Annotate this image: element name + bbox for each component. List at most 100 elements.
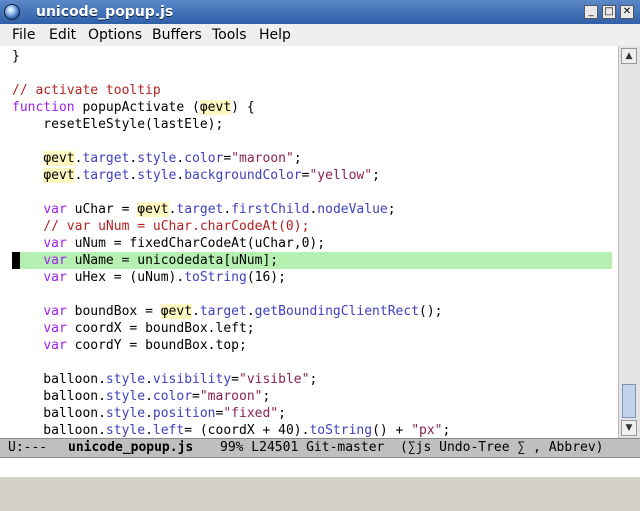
mode-line: U:--- unicode_popup.js 99% L24501 Git-ma… bbox=[0, 438, 640, 458]
menu-tools[interactable]: Tools bbox=[212, 24, 247, 46]
scroll-down-arrow-icon[interactable]: ▼ bbox=[621, 420, 637, 436]
code-token: "fixed" bbox=[223, 406, 279, 421]
code-line[interactable]: balloon.style.color="maroon"; bbox=[12, 388, 612, 405]
code-token: color bbox=[152, 389, 193, 404]
code-line[interactable]: var uChar = φevt.target.firstChild.nodeV… bbox=[12, 201, 612, 218]
menu-file[interactable]: File bbox=[12, 24, 35, 46]
code-line[interactable]: var coordX = boundBox.left; bbox=[12, 320, 612, 337]
code-token: balloon. bbox=[12, 372, 106, 387]
minimize-button[interactable]: _ bbox=[584, 5, 598, 19]
code-token: "maroon" bbox=[199, 389, 263, 404]
code-token: . bbox=[223, 202, 232, 217]
code-token: style bbox=[105, 406, 146, 421]
code-line[interactable] bbox=[12, 133, 612, 150]
code-line[interactable]: function popupActivate (φevt) { bbox=[12, 99, 612, 116]
title-bar[interactable]: unicode_popup.js _ □ ✕ bbox=[0, 0, 640, 24]
scroll-up-arrow-icon[interactable]: ▲ bbox=[621, 48, 637, 64]
code-token: . bbox=[145, 372, 153, 387]
code-token: style bbox=[137, 151, 177, 166]
code-line[interactable]: φevt.target.style.color="maroon"; bbox=[12, 150, 612, 167]
code-token: coordX = boundBox.left; bbox=[66, 321, 255, 336]
code-token: var bbox=[43, 253, 67, 268]
code-token: // activate tooltip bbox=[12, 83, 161, 98]
code-line[interactable] bbox=[12, 286, 612, 303]
code-line[interactable]: balloon.style.visibility="visible"; bbox=[12, 371, 612, 388]
code-token: style bbox=[105, 372, 146, 387]
code-editor[interactable]: } // activate tooltip function popupActiva… bbox=[0, 46, 618, 438]
code-token: balloon. bbox=[12, 406, 106, 421]
code-token: nodeValue bbox=[317, 202, 388, 217]
menu-buffers[interactable]: Buffers bbox=[152, 24, 202, 46]
code-line[interactable]: var uName = unicodedata[uNum]; bbox=[12, 252, 612, 269]
code-token: var bbox=[43, 304, 67, 319]
code-token: ; bbox=[262, 389, 271, 404]
close-button[interactable]: ✕ bbox=[620, 5, 634, 19]
code-token: "yellow" bbox=[309, 168, 373, 183]
code-line[interactable]: var coordY = boundBox.top; bbox=[12, 337, 612, 354]
code-token: ; bbox=[293, 151, 302, 166]
code-token: target bbox=[176, 202, 224, 217]
menu-bar: File Edit Options Buffers Tools Help bbox=[0, 24, 640, 47]
minibuffer[interactable] bbox=[0, 458, 640, 477]
code-token: visibility bbox=[152, 372, 232, 387]
code-line[interactable]: var uNum = fixedCharCodeAt(uChar,0); bbox=[12, 235, 612, 252]
code-token: } bbox=[12, 49, 20, 64]
code-line[interactable]: balloon.style.left= (coordX + 40).toStri… bbox=[12, 422, 612, 438]
code-token: resetEleStyle(lastEle); bbox=[12, 117, 224, 132]
code-line[interactable] bbox=[12, 354, 612, 371]
emacs-app-icon[interactable] bbox=[4, 4, 20, 20]
code-token: = (coordX + 40). bbox=[184, 423, 310, 438]
code-token: firstChild bbox=[231, 202, 310, 217]
buffer-name[interactable]: unicode_popup.js bbox=[68, 439, 193, 457]
code-token: (16); bbox=[246, 270, 286, 285]
code-line[interactable]: // var uNum = uChar.charCodeAt(0); bbox=[12, 218, 612, 235]
text-cursor bbox=[12, 252, 20, 269]
code-token: = bbox=[192, 389, 200, 404]
code-token: style bbox=[105, 389, 146, 404]
code-token: . bbox=[145, 423, 153, 438]
code-token: target bbox=[82, 168, 130, 183]
code-token: φevt bbox=[160, 304, 193, 319]
code-line[interactable] bbox=[12, 65, 612, 82]
code-token: "visible" bbox=[239, 372, 310, 387]
menu-edit[interactable]: Edit bbox=[49, 24, 76, 46]
code-token: style bbox=[137, 168, 177, 183]
maximize-button[interactable]: □ bbox=[602, 5, 616, 19]
code-token: () + bbox=[372, 423, 412, 438]
code-token: . bbox=[192, 304, 200, 319]
code-line[interactable]: balloon.style.position="fixed"; bbox=[12, 405, 612, 422]
code-token: φevt bbox=[137, 202, 169, 217]
vertical-scrollbar[interactable]: ▲ ▼ bbox=[618, 46, 640, 438]
code-line[interactable]: resetEleStyle(lastEle); bbox=[12, 116, 612, 133]
scrollbar-thumb[interactable] bbox=[622, 384, 636, 418]
code-token: var bbox=[43, 338, 67, 353]
code-line[interactable]: } bbox=[12, 48, 612, 65]
code-token: ; bbox=[309, 372, 318, 387]
code-line[interactable]: var boundBox = φevt.target.getBoundingCl… bbox=[12, 303, 612, 320]
code-token: var bbox=[43, 270, 67, 285]
code-token: style bbox=[105, 423, 146, 438]
code-token: ; bbox=[372, 168, 380, 183]
mode-info: 99% L24501 Git-master (∑js Undo-Tree ∑ ,… bbox=[220, 440, 604, 455]
code-token: . bbox=[246, 304, 255, 319]
code-token: φevt bbox=[43, 151, 75, 166]
code-token: // var uNum = uChar.charCodeAt(0); bbox=[12, 219, 310, 234]
code-token: = bbox=[231, 372, 239, 387]
code-line[interactable] bbox=[12, 184, 612, 201]
code-line[interactable]: // activate tooltip bbox=[12, 82, 612, 99]
code-token: ; bbox=[387, 202, 396, 217]
code-token: color bbox=[184, 151, 224, 166]
code-token: φevt bbox=[199, 100, 232, 115]
menu-help[interactable]: Help bbox=[259, 24, 291, 46]
menu-options[interactable]: Options bbox=[88, 24, 142, 46]
code-line[interactable]: φevt.target.style.backgroundColor="yello… bbox=[12, 167, 612, 184]
code-line[interactable]: var uHex = (uNum).toString(16); bbox=[12, 269, 612, 286]
code-token: uName = unicodedata[uNum]; bbox=[66, 253, 279, 268]
